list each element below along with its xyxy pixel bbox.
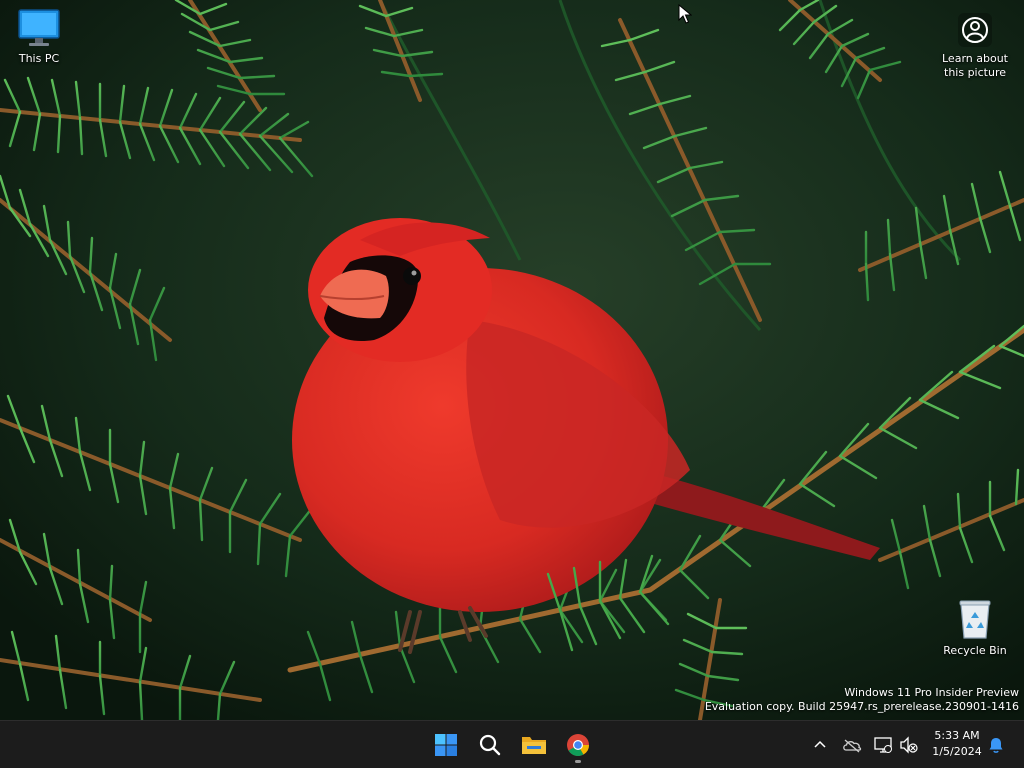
learn-about-picture-icon — [958, 13, 992, 47]
folder-icon — [522, 737, 546, 754]
desktop[interactable]: This PC Learn about this picture Recycle… — [0, 0, 1024, 720]
volume-muted-icon — [900, 736, 918, 754]
desktop-icon-label: Learn about this picture — [942, 52, 1008, 79]
notification-center-button[interactable] — [984, 733, 1008, 757]
search-icon — [479, 734, 501, 756]
file-explorer-button[interactable] — [514, 725, 554, 765]
onedrive-tray-button[interactable] — [840, 733, 864, 757]
start-button[interactable] — [426, 725, 466, 765]
search-button[interactable] — [470, 725, 510, 765]
this-pc-icon — [18, 9, 60, 46]
wallpaper-image — [0, 0, 1024, 720]
mouse-cursor-icon — [678, 4, 692, 24]
network-icon — [874, 737, 892, 753]
recycle-bin-icon — [959, 600, 991, 639]
clock-date: 1/5/2024 — [932, 745, 982, 758]
taskbar[interactable]: 5:33 AM 1/5/2024 — [0, 720, 1024, 768]
desktop-icon-this-pc[interactable]: This PC — [1, 8, 77, 66]
chevron-up-icon — [814, 740, 826, 748]
chrome-button[interactable] — [558, 725, 598, 765]
onedrive-icon — [843, 739, 862, 753]
desktop-icon-learn-about-picture[interactable]: Learn about this picture — [937, 12, 1013, 80]
show-hidden-icons-button[interactable] — [808, 733, 832, 757]
chrome-icon — [567, 734, 589, 756]
notification-bell-icon — [989, 738, 1003, 753]
watermark-line-2: Evaluation copy. Build 25947.rs_prerelea… — [704, 700, 1019, 713]
windows-start-icon — [435, 734, 457, 756]
watermark-line-1: Windows 11 Pro Insider Preview — [844, 686, 1019, 699]
volume-tray-button[interactable] — [897, 733, 921, 757]
desktop-icon-label: Recycle Bin — [943, 644, 1007, 657]
clock-time: 5:33 AM — [934, 729, 980, 742]
network-tray-button[interactable] — [871, 733, 895, 757]
clock[interactable]: 5:33 AM 1/5/2024 — [926, 728, 988, 760]
evaluation-watermark: Windows 11 Pro Insider Preview Evaluatio… — [705, 686, 1019, 714]
desktop-icon-label: This PC — [18, 52, 60, 65]
desktop-icon-recycle-bin[interactable]: Recycle Bin — [937, 598, 1013, 658]
